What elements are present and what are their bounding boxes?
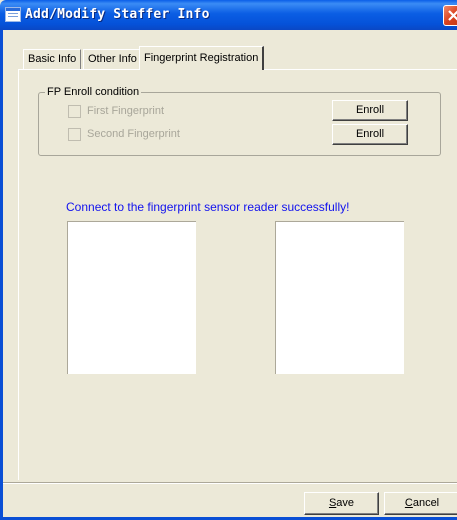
status-message: Connect to the fingerprint sensor reader… xyxy=(66,200,350,214)
fingerprint-image-first xyxy=(67,221,196,374)
save-button[interactable]: Save xyxy=(304,492,379,515)
cancel-button-rest: ancel xyxy=(412,497,440,509)
tab-basic-info[interactable]: Basic Info xyxy=(23,49,82,69)
second-fingerprint-label: Second Fingerprint xyxy=(87,128,180,140)
window-border-left xyxy=(0,30,3,520)
dialog-window: Add/Modify Staffer Info Basic Info Other… xyxy=(0,0,457,520)
enroll-second-button[interactable]: Enroll xyxy=(332,124,408,145)
first-fingerprint-checkbox[interactable] xyxy=(68,105,81,118)
first-fingerprint-label: First Fingerprint xyxy=(87,105,165,117)
title-bar[interactable]: Add/Modify Staffer Info xyxy=(0,0,457,30)
close-icon xyxy=(448,10,457,21)
tab-fingerprint-registration[interactable]: Fingerprint Registration xyxy=(139,46,265,70)
enroll-condition-label: FP Enroll condition xyxy=(45,86,142,98)
close-button[interactable] xyxy=(443,5,457,26)
tab-other-info[interactable]: Other Info xyxy=(83,49,142,69)
window-title: Add/Modify Staffer Info xyxy=(25,7,210,22)
footer-separator xyxy=(3,482,457,484)
second-fingerprint-checkbox[interactable] xyxy=(68,128,81,141)
enroll-first-button[interactable]: Enroll xyxy=(332,100,408,121)
cancel-button[interactable]: Cancel xyxy=(384,492,457,515)
cancel-button-accel: C xyxy=(404,497,413,509)
app-icon xyxy=(5,7,21,22)
save-button-rest: ave xyxy=(336,497,355,509)
fingerprint-image-second xyxy=(275,221,404,374)
